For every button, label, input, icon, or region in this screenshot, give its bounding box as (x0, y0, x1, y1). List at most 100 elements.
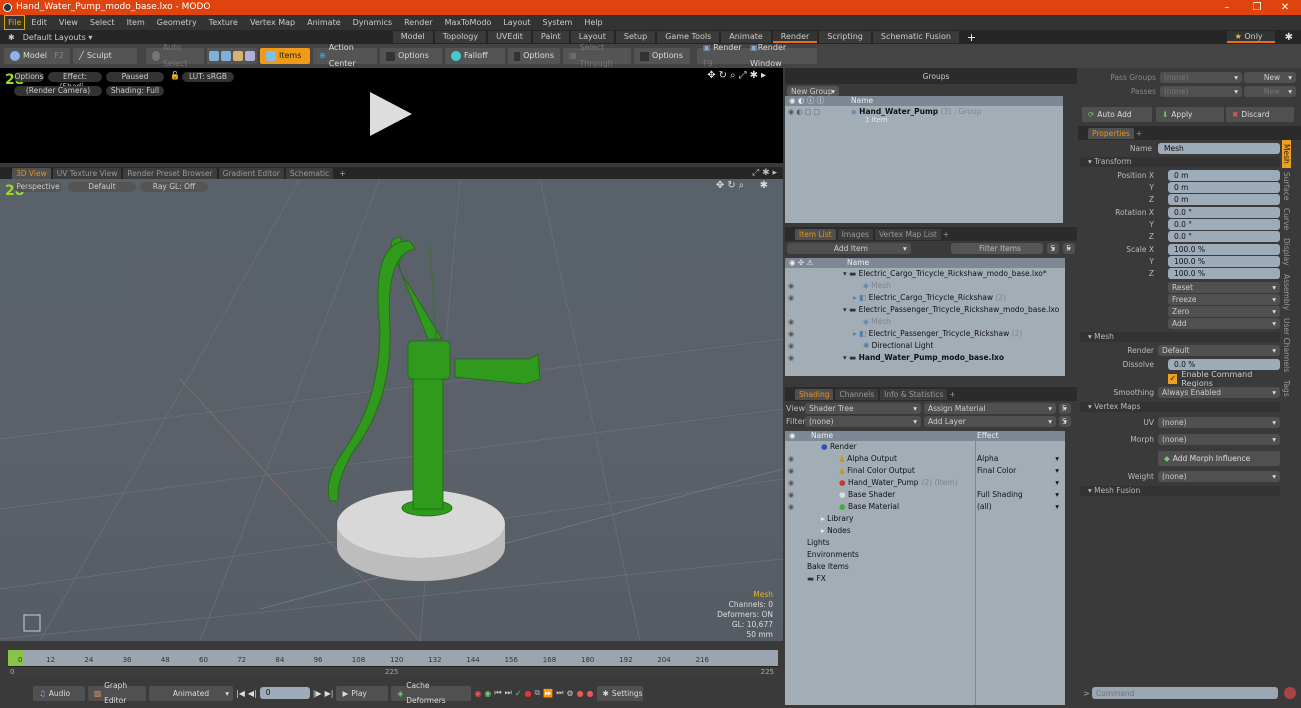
chevron-down-icon[interactable]: ▾ (1055, 477, 1059, 489)
visibility-icon[interactable]: ◉ (788, 316, 794, 328)
add-item-dropdown[interactable]: Add Item (787, 243, 911, 254)
visibility-icon[interactable]: ◉ (788, 453, 794, 465)
render-options-button[interactable]: Options (14, 72, 44, 82)
perspective-dropdown[interactable]: Perspective (14, 182, 62, 192)
falloff-button[interactable]: Falloff (445, 48, 505, 64)
f-button[interactable]: F (1059, 403, 1071, 414)
shader-tree-row[interactable]: ◉ ▲ Final Color Output Final Color ▾ (785, 465, 1065, 477)
item-list-row[interactable]: ◉ ◈ Mesh (785, 316, 1065, 328)
items-mode-button[interactable]: Items (260, 48, 310, 64)
pan-icon[interactable]: ✥ (707, 70, 718, 81)
rotation-z-input[interactable]: 0.0 ° (1168, 231, 1280, 242)
layout-tab-model[interactable]: Model (392, 31, 433, 43)
menu-file[interactable]: File (4, 15, 26, 30)
tab-uv-texture-view[interactable]: UV Texture View (52, 167, 122, 179)
visibility-icon[interactable]: ◉ (788, 465, 794, 477)
menu-edit[interactable]: Edit (25, 16, 53, 29)
scale-x-input[interactable]: 100.0 % (1168, 244, 1280, 255)
side-tab-user-channels[interactable]: User Channels (1282, 314, 1291, 376)
new-pass-button[interactable]: New (1244, 86, 1296, 97)
menu-geometry[interactable]: Geometry (151, 16, 203, 29)
settings-button[interactable]: ✱ Settings (596, 685, 643, 701)
visibility-icon[interactable]: ◉ (788, 477, 794, 489)
tab-properties[interactable]: Properties (1088, 127, 1134, 139)
action-center-options-button[interactable]: Options (380, 48, 442, 64)
next-frame-icon[interactable]: |▶ (313, 689, 322, 698)
filter-items-input[interactable]: Filter Items (950, 243, 1044, 254)
assign-material-button[interactable]: Assign Material (924, 403, 1056, 414)
shader-tree-row[interactable]: ◉ ● Hand_Water_Pump (2) (Item) ▾ (785, 477, 1065, 489)
pass-groups-dropdown[interactable]: (none) (1160, 72, 1242, 83)
only-toggle[interactable]: ★ Only (1226, 31, 1275, 43)
minimize-button[interactable]: – (1213, 0, 1241, 15)
position-z-input[interactable]: 0 m (1168, 194, 1280, 205)
render-preview[interactable]: 28 Options Effect: (Shadi... Paused 🔓 LU… (0, 68, 783, 163)
side-tab-display[interactable]: Display (1282, 234, 1291, 270)
rotation-x-input[interactable]: 0.0 ° (1168, 207, 1280, 218)
pan-icon[interactable]: ✥ (716, 180, 727, 191)
side-tab-surface[interactable]: Surface (1282, 168, 1291, 205)
group-row[interactable]: ◉ ◐ ▢ ▢ ◈ Hand_Water_Pump (3) : Group 1 … (785, 106, 1063, 124)
item-list-row[interactable]: ◉ ▸ ◧ Electric_Passenger_Tricycle_Ricksha… (785, 328, 1065, 340)
tab-images[interactable]: Images (837, 228, 873, 240)
auto-select-button[interactable]: Auto Select (146, 43, 204, 68)
shader-tree-row[interactable]: Bake Items (785, 561, 1065, 573)
timeline-ruler[interactable]: 0 12 24 36 48 60 72 84 96 108 120 132 144 156 168 180 19… (8, 650, 778, 666)
play-button[interactable]: ▶ Play (336, 685, 389, 701)
viewport-panel-controls[interactable]: ⤢ ✱ ▸ (752, 168, 783, 178)
tab-render-preset-browser[interactable]: Render Preset Browser (123, 167, 217, 179)
maximize-icon[interactable]: ⤢ (739, 70, 750, 81)
zoom-icon[interactable]: ⌕ (730, 70, 739, 81)
polygons-mode-icon[interactable] (233, 51, 243, 61)
morph-dropdown[interactable]: (none) (1158, 434, 1280, 445)
add-tab-button[interactable]: + (949, 390, 955, 399)
f-button[interactable]: F (1063, 243, 1075, 254)
auto-add-button[interactable]: ⟳ Auto Add (1082, 107, 1152, 122)
menu-texture[interactable]: Texture (203, 16, 244, 29)
shader-effect-value[interactable]: (all) (977, 501, 992, 513)
paused-button[interactable]: Paused (106, 72, 164, 82)
visibility-icon[interactable]: ◉ ◐ ▢ ▢ (788, 106, 820, 118)
layout-tab-topology[interactable]: Topology (434, 31, 487, 43)
add-viewport-tab-button[interactable]: + (335, 169, 350, 178)
audio-button[interactable]: ♫ Audio (33, 685, 85, 701)
command-input[interactable] (1092, 687, 1278, 699)
shading-style-dropdown[interactable]: Default (68, 182, 136, 192)
layout-tab-schematic-fusion[interactable]: Schematic Fusion (872, 31, 959, 43)
apply-button[interactable]: ⬇ Apply (1156, 107, 1224, 122)
chevron-down-icon[interactable]: ▾ (1055, 465, 1059, 477)
falloff-options-button[interactable]: Options (508, 48, 560, 64)
menu-dynamics[interactable]: Dynamics (347, 16, 398, 29)
s-button[interactable]: S (1059, 416, 1071, 427)
action-center-button[interactable]: ⊕ Action Center (313, 43, 377, 68)
freeze-dropdown[interactable]: Freeze (1168, 294, 1280, 305)
discard-button[interactable]: ✖ Discard (1226, 107, 1294, 122)
select-through-button[interactable]: ▦ Select Through (563, 43, 631, 68)
item-list-row[interactable]: ▾ ▬ Electric_Passenger_Tricycle_Rickshaw… (785, 304, 1065, 316)
layout-tab-scripting[interactable]: Scripting (819, 31, 871, 43)
auto-key-icon[interactable]: ◉ (484, 689, 491, 698)
vertex-maps-section[interactable]: ▾ Vertex Maps (1080, 402, 1280, 412)
last-frame-icon[interactable]: ▶| (325, 689, 334, 698)
visibility-icon[interactable]: ◉ (788, 501, 794, 513)
add-tab-button[interactable]: + (1136, 129, 1142, 138)
close-button[interactable]: ✕ (1271, 0, 1299, 15)
rotate-icon[interactable]: ↻ (727, 180, 738, 191)
add-morph-influence-button[interactable]: ◆ Add Morph Influence (1158, 451, 1280, 466)
clear-key-icon[interactable]: ● (587, 689, 594, 698)
view-dropdown[interactable]: Shader Tree (805, 403, 921, 414)
item-list-row[interactable]: ◉ ▾ ▬ Hand_Water_Pump_modo_base.lxo (785, 352, 1065, 364)
uv-dropdown[interactable]: (none) (1158, 417, 1280, 428)
current-frame-input[interactable]: 0 (259, 687, 310, 699)
add-layer-dropdown[interactable]: Add Layer (924, 416, 1056, 427)
cache-deformers-button[interactable]: ◈ Cache Deformers (391, 681, 472, 705)
visibility-icon[interactable]: ◉ (788, 340, 794, 352)
record-key-icon[interactable]: ● (525, 689, 532, 698)
visibility-icon[interactable]: ◉ (788, 280, 794, 292)
position-x-input[interactable]: 0 m (1168, 170, 1280, 181)
menu-view[interactable]: View (53, 16, 84, 29)
tab-3d-view[interactable]: 3D View (12, 167, 51, 179)
raygl-dropdown[interactable]: Ray GL: Off (140, 182, 208, 192)
shader-effect-value[interactable]: Alpha (977, 453, 998, 465)
side-tab-curve[interactable]: Curve (1282, 204, 1291, 234)
